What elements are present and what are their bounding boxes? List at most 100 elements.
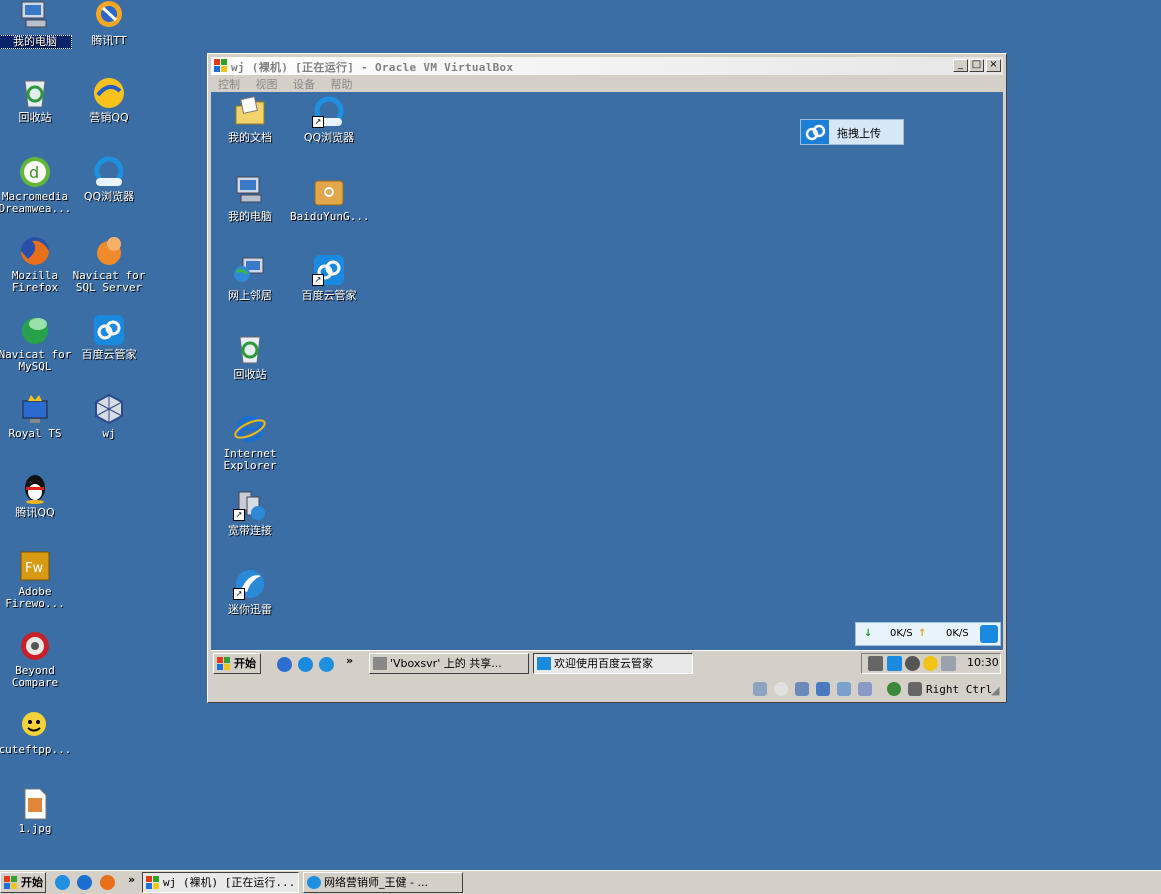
desktop-icon-recycle-bin[interactable]: 回收站	[0, 77, 72, 124]
quick-launch-more-button[interactable]: »	[346, 654, 353, 667]
virtualbox-additions-icon[interactable]	[941, 656, 956, 671]
guest-taskbar: 开始 » 'Vboxsvr' 上的 共享... 欢迎使用百度云管家 10:30	[211, 650, 1003, 676]
desktop-icon-qq-browser[interactable]: QQ浏览器	[72, 156, 146, 203]
qq-browser-icon	[307, 876, 321, 889]
windows-logo-icon	[146, 876, 160, 889]
guest-start-button[interactable]: 开始	[213, 653, 261, 674]
upload-speed: 0K/S	[946, 628, 969, 639]
qq-browser-icon	[92, 156, 126, 188]
mouse-integration-icon[interactable]	[908, 682, 922, 696]
desktop-icon-tencent-tt[interactable]: 腾讯TT	[72, 0, 146, 47]
guest-icon-my-documents[interactable]: 我的文档	[211, 96, 289, 144]
baidu-cloud-icon[interactable]	[887, 656, 902, 671]
guest-icon-label: 我的电脑	[228, 210, 272, 223]
host-key-label: Right Ctrl	[926, 683, 993, 696]
resize-grip-icon[interactable]: ◢	[991, 684, 999, 697]
maximize-button[interactable]: □	[969, 59, 984, 72]
download-speed: 0K/S	[890, 628, 913, 639]
guest-icon-network-places[interactable]: 网上邻居	[211, 254, 289, 302]
firefox-icon[interactable]	[100, 875, 115, 890]
guest-icon-qq-browser[interactable]: ↗ QQ浏览器	[290, 96, 368, 144]
tencent-tt-icon	[92, 0, 126, 32]
desktop-icon-navicat-mysql[interactable]: Navicat for MySQL	[0, 314, 72, 373]
desktop-icon-baidu-cloud[interactable]: 百度云管家	[72, 314, 146, 361]
shortcut-arrow-icon: ↗	[233, 588, 245, 600]
desktop-icon-label: 百度云管家	[81, 348, 137, 361]
transfer-speed-widget[interactable]: ↓ 0K/S ↑ 0K/S	[855, 622, 1001, 646]
menu-help[interactable]: 帮助	[331, 78, 353, 91]
desktop-icon-label: cuteftpp...	[0, 743, 72, 756]
my-computer-icon	[18, 0, 52, 32]
desktop-icon-royal-ts[interactable]: Royal TS	[0, 393, 72, 440]
recycle-bin-icon	[18, 77, 52, 109]
desktop-icon-cuteftp[interactable]: cuteftpp...	[0, 709, 72, 756]
navicat-mysql-icon	[18, 314, 52, 346]
desktop-icon-marketing-qq[interactable]: 营销QQ	[72, 77, 146, 124]
guest-icon-label: 百度云管家	[301, 289, 357, 302]
minimize-button[interactable]: _	[953, 59, 968, 72]
shortcut-arrow-icon: ↗	[233, 509, 245, 521]
virtualbox-window[interactable]: wj (裸机) [正在运行] - Oracle VM VirtualBox _ …	[207, 53, 1007, 703]
baidu-cloud-icon	[980, 625, 998, 643]
shortcut-arrow-icon: ↗	[312, 116, 324, 128]
marketing-qq-icon	[92, 77, 126, 109]
desktop-icon-label: 1.jpg	[18, 822, 52, 835]
task-vboxsvr-share[interactable]: 'Vboxsvr' 上的 共享...	[369, 653, 529, 674]
guest-icon-recycle-bin[interactable]: 回收站	[211, 333, 289, 381]
desktop-icon-my-computer[interactable]: 我的电脑	[0, 0, 72, 49]
guest-icon-my-computer[interactable]: 我的电脑	[211, 175, 289, 223]
guest-screen[interactable]: 我的文档 我的电脑 网上邻居 回收站 Internet Explorer ↗ 宽…	[211, 92, 1003, 650]
firefox-icon	[18, 235, 52, 267]
task-label: wj (裸机) [正在运行...	[163, 876, 296, 889]
shared-folders-icon[interactable]	[837, 682, 851, 696]
desktop-icon-label: 腾讯QQ	[15, 506, 55, 519]
keyboard-icon[interactable]	[868, 656, 883, 671]
menu-control[interactable]: 控制	[218, 78, 240, 91]
window-title-bar[interactable]: wj (裸机) [正在运行] - Oracle VM VirtualBox _ …	[211, 57, 1003, 75]
upload-arrow-icon: ↑	[918, 628, 927, 639]
windows-logo-icon	[214, 59, 228, 73]
desktop-icon-label: Beyond Compare	[11, 664, 59, 689]
optical-drive-icon[interactable]	[774, 682, 788, 696]
internet-explorer-icon[interactable]	[298, 657, 313, 672]
task-baidu-cloud[interactable]: 欢迎使用百度云管家	[533, 653, 693, 674]
desktop-icon-beyond-compare[interactable]: Beyond Compare	[0, 630, 72, 689]
network-adapter-icon[interactable]	[816, 682, 830, 696]
speaker-icon[interactable]	[905, 656, 920, 671]
show-desktop-icon[interactable]	[277, 657, 292, 672]
task-virtualbox-wj[interactable]: wj (裸机) [正在运行...	[142, 872, 299, 893]
desktop-icon-navicat-sqlserver[interactable]: Navicat for SQL Server	[72, 235, 146, 294]
qq-browser-icon[interactable]	[319, 657, 334, 672]
desktop-icon-firefox[interactable]: Mozilla Firefox	[0, 235, 72, 294]
desktop-icon-label: wj	[102, 427, 116, 440]
baidu-cloud-icon	[801, 120, 829, 144]
desktop-icon-1-jpg[interactable]: 1.jpg	[0, 788, 72, 835]
guest-icon-mini-thunder[interactable]: ↗ 迷你迅雷	[211, 568, 289, 616]
quick-launch-more-button[interactable]: »	[128, 873, 135, 886]
desktop-icon-tencent-qq[interactable]: 腾讯QQ	[0, 472, 72, 519]
task-qq-browser-page[interactable]: 网络营销师_王健 - ...	[303, 872, 463, 893]
menu-view[interactable]: 视图	[256, 78, 278, 91]
menu-devices[interactable]: 设备	[293, 78, 315, 91]
desktop-icon-dreamweaver[interactable]: d Macromedia Dreamwea...	[0, 156, 72, 215]
guest-icon-baiduyun-folder[interactable]: BaiduYunG...	[290, 175, 369, 223]
drag-upload-button[interactable]: 拖拽上传	[800, 119, 904, 145]
baidu-yun-folder-icon	[312, 175, 346, 207]
host-start-button[interactable]: 开始	[0, 872, 46, 893]
close-button[interactable]: ×	[986, 59, 1001, 72]
internet-explorer-icon[interactable]	[77, 875, 92, 890]
desktop-icon-fireworks[interactable]: Fw Adobe Firewo...	[0, 551, 72, 610]
virtualization-icon[interactable]	[887, 682, 901, 696]
guest-icon-internet-explorer[interactable]: Internet Explorer	[211, 412, 289, 472]
hard-disk-icon[interactable]	[753, 682, 767, 696]
guest-icon-broadband-connection[interactable]: ↗ 宽带连接	[211, 489, 289, 537]
network-status-icon[interactable]	[923, 656, 938, 671]
beyond-compare-icon	[18, 630, 52, 662]
desktop-icon-label: 腾讯TT	[91, 34, 127, 47]
task-label: 网络营销师_王健 - ...	[324, 876, 428, 889]
desktop-icon-wj[interactable]: wj	[72, 393, 146, 440]
qq-browser-icon[interactable]	[55, 875, 70, 890]
usb-icon[interactable]	[795, 682, 809, 696]
guest-icon-baidu-cloud[interactable]: ↗ 百度云管家	[290, 254, 368, 302]
display-icon[interactable]	[858, 682, 872, 696]
